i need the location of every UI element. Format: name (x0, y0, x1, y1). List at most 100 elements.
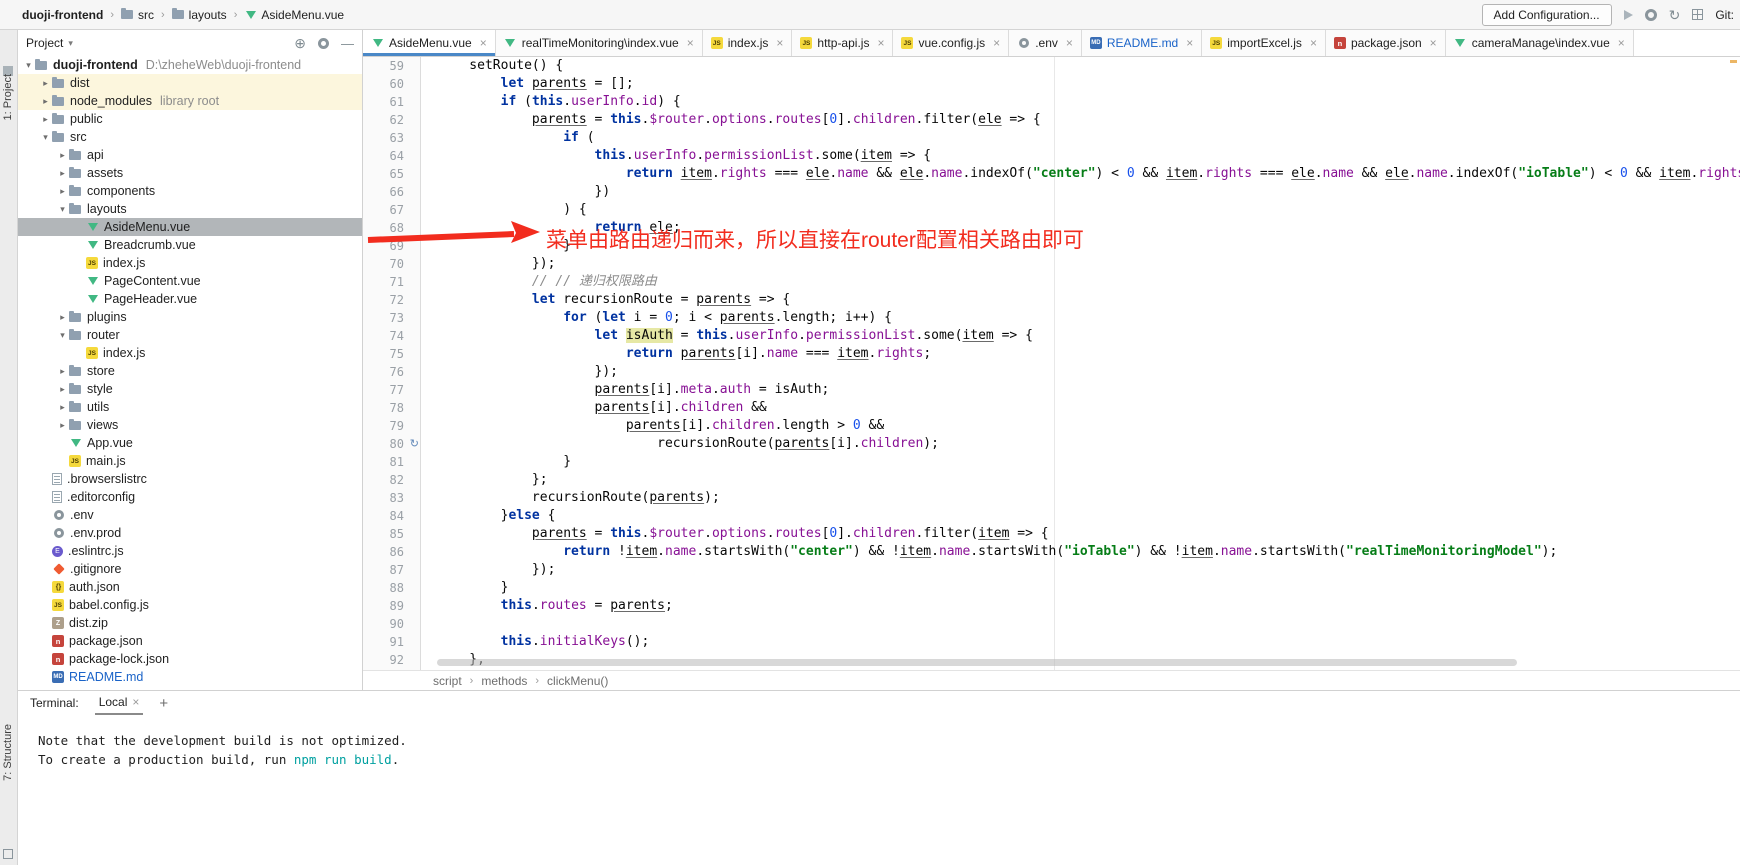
line-number[interactable]: 62 (363, 111, 420, 129)
chevron-icon[interactable]: ▸ (39, 96, 52, 107)
chevron-icon[interactable]: ▸ (56, 420, 69, 431)
tree-item[interactable]: ▾duoji-frontendD:\zheheWeb\duoji-fronten… (18, 56, 362, 74)
terminal-output[interactable]: Note that the development build is not o… (18, 715, 1740, 769)
tree-item[interactable]: ▸store (18, 362, 362, 380)
breadcrumb-item[interactable]: clickMenu() (547, 674, 608, 688)
breadcrumb-item[interactable]: methods (481, 674, 527, 688)
line-number[interactable]: 59 (363, 57, 420, 75)
chevron-icon[interactable]: ▸ (56, 366, 69, 377)
line-number[interactable]: 76 (363, 363, 420, 381)
line-number[interactable]: 64 (363, 147, 420, 165)
editor-tab[interactable]: index.js× (703, 30, 793, 56)
close-icon[interactable]: × (480, 36, 487, 50)
breadcrumb-item[interactable]: duoji-frontend (22, 8, 103, 22)
locate-file-icon[interactable]: ⊕ (294, 35, 306, 52)
line-number[interactable]: 90 (363, 615, 420, 633)
tree-item[interactable]: Breadcrumb.vue (18, 236, 362, 254)
close-icon[interactable]: × (1430, 36, 1437, 50)
close-icon[interactable]: × (1066, 36, 1073, 50)
chevron-icon[interactable]: ▸ (56, 384, 69, 395)
line-number[interactable]: 61 (363, 93, 420, 111)
tree-item[interactable]: dist.zip (18, 614, 362, 632)
tree-item[interactable]: AsideMenu.vue (18, 218, 362, 236)
line-number[interactable]: 83 (363, 489, 420, 507)
close-icon[interactable]: × (687, 36, 694, 50)
chevron-icon[interactable]: ▸ (56, 312, 69, 323)
line-number[interactable]: 66 (363, 183, 420, 201)
line-number[interactable]: 88 (363, 579, 420, 597)
tree-item[interactable]: package.json (18, 632, 362, 650)
terminal-tab-local[interactable]: Local × (95, 691, 144, 715)
line-number[interactable]: 75 (363, 345, 420, 363)
close-icon[interactable]: × (1310, 36, 1317, 50)
new-terminal-button[interactable]: + (159, 695, 168, 712)
line-number[interactable]: 71 (363, 273, 420, 291)
line-number[interactable]: 82 (363, 471, 420, 489)
tree-item[interactable]: .gitignore (18, 560, 362, 578)
tree-item[interactable]: .eslintrc.js (18, 542, 362, 560)
tree-item[interactable]: index.js (18, 344, 362, 362)
chevron-icon[interactable]: ▸ (39, 78, 52, 89)
chevron-icon[interactable]: ▸ (56, 402, 69, 413)
chevron-icon[interactable]: ▸ (39, 114, 52, 125)
chevron-icon[interactable]: ▾ (56, 204, 69, 215)
settings-icon[interactable] (1645, 9, 1657, 21)
tree-item[interactable]: auth.json (18, 578, 362, 596)
line-number[interactable]: 89 (363, 597, 420, 615)
tree-item[interactable]: ▸assets (18, 164, 362, 182)
tree-item[interactable]: ▸dist (18, 74, 362, 92)
line-number[interactable]: 92 (363, 651, 420, 669)
line-number[interactable]: 81 (363, 453, 420, 471)
tree-item[interactable]: ▾layouts (18, 200, 362, 218)
breadcrumb-item[interactable]: src (121, 8, 154, 22)
editor-tab[interactable]: README.md× (1082, 30, 1202, 56)
breadcrumb-item[interactable]: script (433, 674, 462, 688)
breadcrumb-item[interactable]: layouts (172, 8, 227, 22)
gear-icon[interactable] (318, 38, 329, 49)
tree-item[interactable]: ▾router (18, 326, 362, 344)
tree-item[interactable]: main.js (18, 452, 362, 470)
editor-tab[interactable]: .env× (1009, 30, 1082, 56)
chevron-icon[interactable]: ▸ (56, 186, 69, 197)
editor-tab[interactable]: vue.config.js× (893, 30, 1009, 56)
tree-item[interactable]: ▸utils (18, 398, 362, 416)
tree-item[interactable]: ▾src (18, 128, 362, 146)
tree-item[interactable]: README.md (18, 668, 362, 686)
line-number[interactable]: 72 (363, 291, 420, 309)
chevron-icon[interactable]: ▾ (22, 60, 35, 71)
editor-tab[interactable]: realTimeMonitoring\index.vue× (496, 30, 703, 56)
tree-item[interactable]: ▸plugins (18, 308, 362, 326)
line-number[interactable]: 67 (363, 201, 420, 219)
close-icon[interactable]: × (776, 36, 783, 50)
git-label[interactable]: Git: (1715, 8, 1734, 22)
line-number[interactable]: 60 (363, 75, 420, 93)
tree-item[interactable]: ▸views (18, 416, 362, 434)
error-stripe-mark[interactable] (1730, 60, 1737, 63)
line-number[interactable]: 63 (363, 129, 420, 147)
project-view-selector[interactable]: Project ▾ (26, 36, 73, 50)
tree-item[interactable]: PageContent.vue (18, 272, 362, 290)
line-number[interactable]: 65 (363, 165, 420, 183)
line-number[interactable]: 86 (363, 543, 420, 561)
line-number[interactable]: 73 (363, 309, 420, 327)
line-number[interactable]: 74 (363, 327, 420, 345)
tree-item[interactable]: ▸style (18, 380, 362, 398)
line-number[interactable]: 78 (363, 399, 420, 417)
line-number[interactable]: 84 (363, 507, 420, 525)
tree-item[interactable]: ▸node_moduleslibrary root (18, 92, 362, 110)
line-number[interactable]: 85 (363, 525, 420, 543)
editor-tab[interactable]: http-api.js× (792, 30, 893, 56)
sync-icon[interactable]: ↻ (1669, 8, 1681, 22)
chevron-icon[interactable]: ▾ (56, 330, 69, 341)
close-icon[interactable]: × (1618, 36, 1625, 50)
breadcrumb-item[interactable]: AsideMenu.vue (244, 8, 344, 22)
tree-item[interactable]: .env.prod (18, 524, 362, 542)
tree-item[interactable]: .env (18, 506, 362, 524)
tree-item[interactable]: ▸components (18, 182, 362, 200)
line-number[interactable]: 91 (363, 633, 420, 651)
chevron-icon[interactable]: ▸ (56, 168, 69, 179)
line-number[interactable]: 70 (363, 255, 420, 273)
line-number[interactable]: 68 (363, 219, 420, 237)
line-number[interactable]: 80↻ (363, 435, 420, 453)
line-number[interactable]: 77 (363, 381, 420, 399)
